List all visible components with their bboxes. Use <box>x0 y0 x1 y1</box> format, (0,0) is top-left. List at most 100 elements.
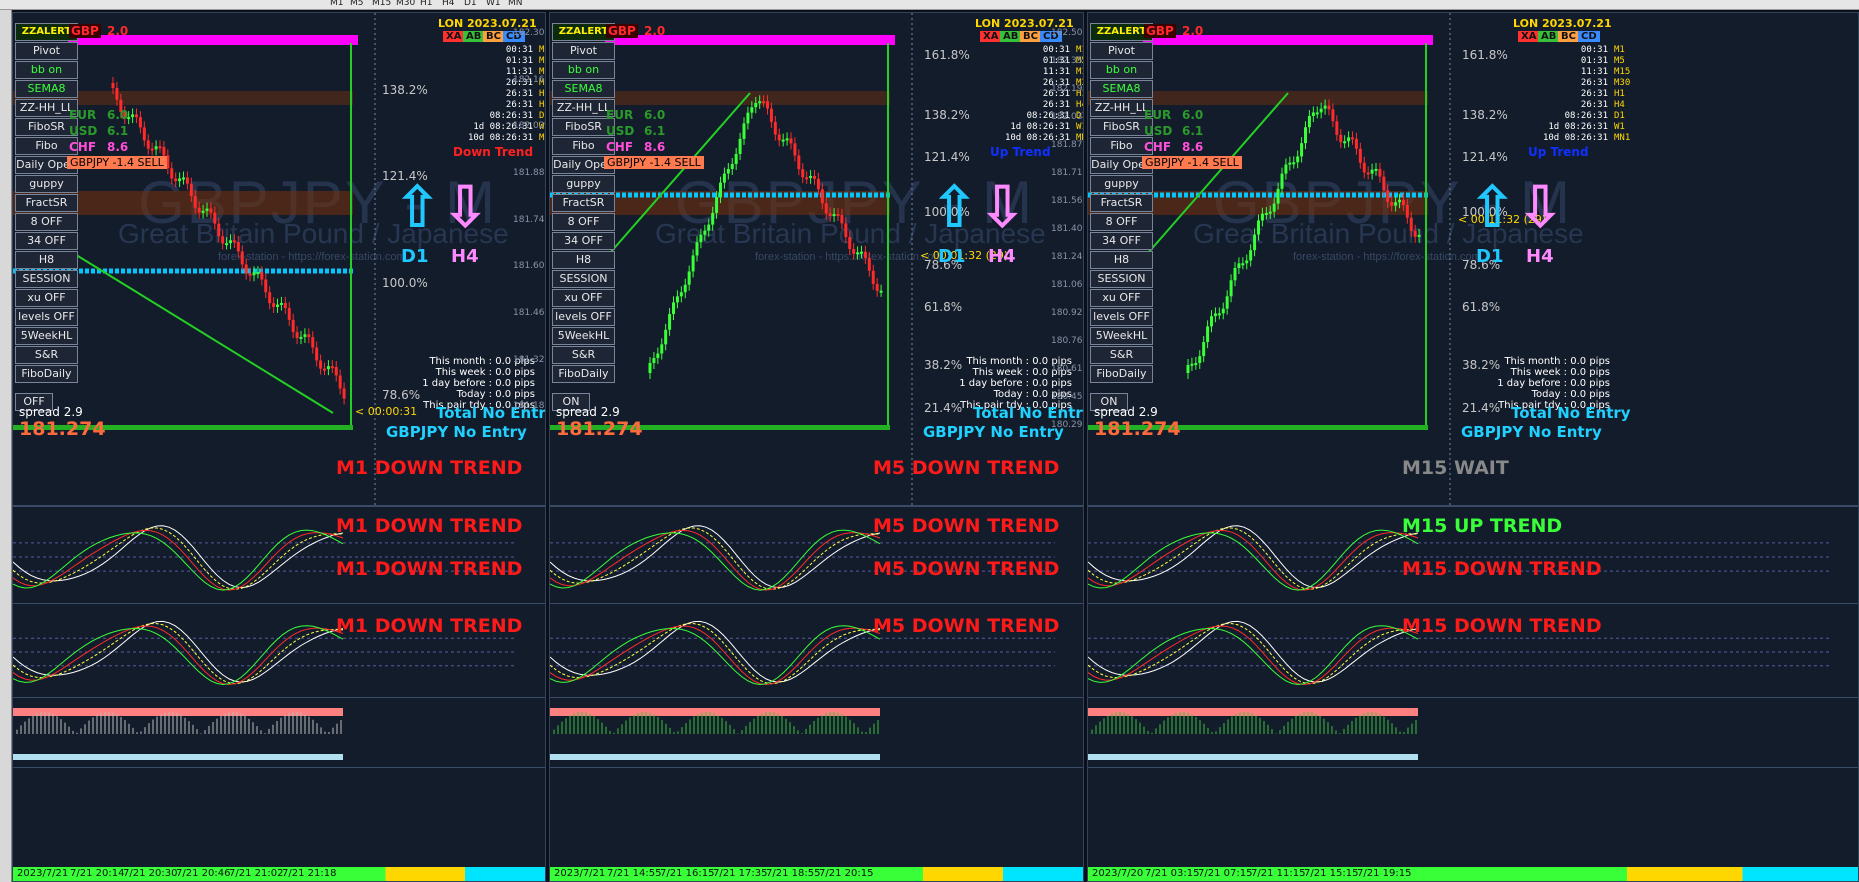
btn-5weekhl[interactable]: 5WeekHL <box>1090 327 1153 345</box>
btn-pivot[interactable]: Pivot <box>552 42 615 60</box>
time-tick: 7/21 20:15 <box>819 868 874 879</box>
tf-m15[interactable]: M15 <box>372 0 391 8</box>
candle-body <box>1358 148 1362 163</box>
pattern-box-ab[interactable]: AB <box>1538 31 1560 42</box>
btn-levels-off[interactable]: levels OFF <box>552 308 615 326</box>
btn-guppy[interactable]: guppy <box>552 175 615 193</box>
time-tick: 2023/7/21 <box>554 868 606 879</box>
time-tick: 7/21 03:15 <box>1145 868 1200 879</box>
btn-5weekhl[interactable]: 5WeekHL <box>15 327 78 345</box>
chart-panel-m15[interactable]: GBPJPY - MGreat Britain Pound / Japanese… <box>1087 12 1859 882</box>
time-tick: 7/21 20:46 <box>176 868 231 879</box>
btn-34-off[interactable]: 34 OFF <box>1090 232 1153 250</box>
indicator-button-column: ZZALERT Pivot bb on SEMA8 ZZ-HH_LL FiboSR Fibo… <box>552 23 616 412</box>
btn-h8[interactable]: H8 <box>15 251 78 269</box>
btn-sema8[interactable]: SEMA8 <box>15 80 78 98</box>
main-chart[interactable]: GBPJPY - MGreat Britain Pound / Japanese… <box>550 13 1083 507</box>
tf-row: 11:31 M15 <box>1538 67 1630 78</box>
btn-fractsr[interactable]: FractSR <box>552 194 615 212</box>
btn-bb-on[interactable]: bb on <box>15 61 78 79</box>
tf-m30[interactable]: M30 <box>396 0 415 8</box>
btn-levels-off[interactable]: levels OFF <box>1090 308 1153 326</box>
btn-session[interactable]: SESSION <box>1090 270 1153 288</box>
btn-h8[interactable]: H8 <box>552 251 615 269</box>
tf-name: H1 <box>539 89 545 99</box>
btn-bb-on[interactable]: bb on <box>552 61 615 79</box>
candle-body <box>856 252 860 255</box>
indicator-subwindow-4[interactable] <box>550 770 1083 868</box>
indicator-subwindow-3[interactable] <box>13 700 545 768</box>
btn-xu-off[interactable]: xu OFF <box>552 289 615 307</box>
tf-m5[interactable]: M5 <box>350 0 364 8</box>
pattern-box-xa[interactable]: XA <box>980 31 1002 42</box>
btn-pivot[interactable]: Pivot <box>15 42 78 60</box>
candle-body <box>820 189 824 204</box>
pattern-box-bc[interactable]: BC <box>1020 31 1041 42</box>
pattern-box-ab[interactable]: AB <box>463 31 485 42</box>
time-axis: 2023/7/21 7/21 20:14 7/21 20:30 7/21 20:46 7… <box>13 867 545 881</box>
btn-sema8[interactable]: SEMA8 <box>552 80 615 98</box>
btn-s-r[interactable]: S&R <box>1090 346 1153 364</box>
btn-guppy[interactable]: guppy <box>1090 175 1153 193</box>
tf-time: 26:31 <box>1042 100 1070 110</box>
btn-8-off[interactable]: 8 OFF <box>15 213 78 231</box>
main-chart[interactable]: GBPJPY - MGreat Britain Pound / Japanese… <box>1088 13 1858 507</box>
chart-panel-m5[interactable]: GBPJPY - MGreat Britain Pound / Japanese… <box>549 12 1084 882</box>
btn-8-off[interactable]: 8 OFF <box>552 213 615 231</box>
btn-5weekhl[interactable]: 5WeekHL <box>552 327 615 345</box>
candle-body <box>1206 326 1210 343</box>
tf-row: 10d 08:26:31 MN1 <box>463 133 545 144</box>
chart-panel-m1[interactable]: GBPJPY - MGreat Britain Pound / Japanese… <box>12 12 546 882</box>
btn-xu-off[interactable]: xu OFF <box>15 289 78 307</box>
candle-body <box>656 353 660 359</box>
btn-fibodaily[interactable]: FiboDaily <box>1090 365 1153 383</box>
btn-s-r[interactable]: S&R <box>552 346 615 364</box>
btn-34-off[interactable]: 34 OFF <box>15 232 78 250</box>
indicator-subwindow-3[interactable] <box>550 700 1083 768</box>
tf-m1[interactable]: M1 <box>330 0 344 8</box>
btn-fractsr[interactable]: FractSR <box>15 194 78 212</box>
pattern-box-xa[interactable]: XA <box>1518 31 1540 42</box>
candle-body <box>758 101 762 104</box>
pattern-box-xa[interactable]: XA <box>443 31 465 42</box>
btn-s-r[interactable]: S&R <box>15 346 78 364</box>
tf-d1[interactable]: D1 <box>464 0 477 8</box>
btn-pivot[interactable]: Pivot <box>1090 42 1153 60</box>
spread-label: spread 2.9 <box>1094 405 1158 419</box>
candle-body <box>299 336 303 339</box>
btn-session[interactable]: SESSION <box>552 270 615 288</box>
btn-fibodaily[interactable]: FiboDaily <box>552 365 615 383</box>
tf-time: 01:31 <box>505 56 533 66</box>
time-tick: 7/21 21:18 <box>282 868 337 879</box>
tf-h4[interactable]: H4 <box>442 0 455 8</box>
pattern-box-bc[interactable]: BC <box>483 31 504 42</box>
pattern-box-ab[interactable]: AB <box>1000 31 1022 42</box>
candle-body <box>1409 217 1413 231</box>
btn-8-off[interactable]: 8 OFF <box>1090 213 1153 231</box>
tf-w1[interactable]: W1 <box>486 0 501 8</box>
candle-body <box>268 292 272 304</box>
btn-bb-on[interactable]: bb on <box>1090 61 1153 79</box>
btn-34-off[interactable]: 34 OFF <box>552 232 615 250</box>
btn-fibodaily[interactable]: FiboDaily <box>15 365 78 383</box>
btn-sema8[interactable]: SEMA8 <box>1090 80 1153 98</box>
indicator-subwindow-4[interactable] <box>1088 770 1858 868</box>
histogram-band <box>1088 754 1418 760</box>
btn-h8[interactable]: H8 <box>1090 251 1153 269</box>
btn-guppy[interactable]: guppy <box>15 175 78 193</box>
indicator-subwindow-3[interactable] <box>1088 700 1858 768</box>
pattern-box-bc[interactable]: BC <box>1558 31 1579 42</box>
candle-body <box>338 375 342 389</box>
indicator-subwindow-4[interactable] <box>13 770 545 868</box>
btn-fractsr[interactable]: FractSR <box>1090 194 1153 212</box>
tf-h1[interactable]: H1 <box>420 0 433 8</box>
pattern-box-cd[interactable]: CD <box>1578 31 1600 42</box>
tf-name: H1 <box>1614 89 1625 99</box>
btn-session[interactable]: SESSION <box>15 270 78 288</box>
main-chart[interactable]: GBPJPY - MGreat Britain Pound / Japanese… <box>13 13 545 507</box>
drawing-tools-strip[interactable] <box>0 10 12 882</box>
btn-levels-off[interactable]: levels OFF <box>15 308 78 326</box>
btn-xu-off[interactable]: xu OFF <box>1090 289 1153 307</box>
tf-mn[interactable]: MN <box>508 0 523 8</box>
candle-body <box>260 272 264 280</box>
